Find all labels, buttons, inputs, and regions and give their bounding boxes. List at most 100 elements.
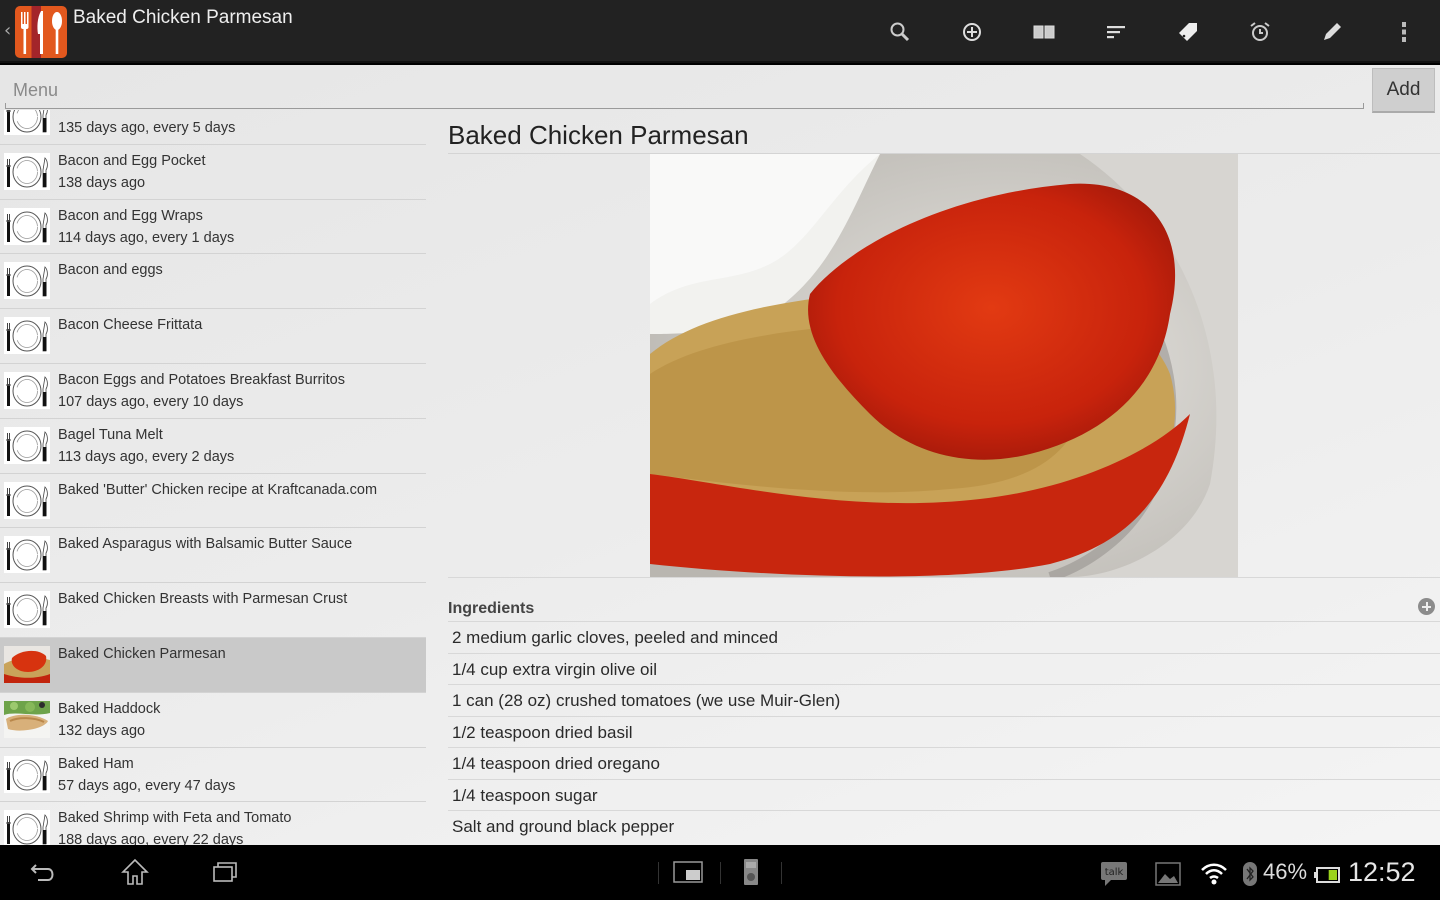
svg-text:talk: talk — [1105, 867, 1124, 878]
recipe-last-made: 107 days ago, every 10 days — [58, 393, 244, 410]
remote-control-icon — [744, 859, 758, 885]
plate-placeholder-icon — [4, 755, 50, 793]
recipe-list-item[interactable]: Baked Chicken Parmesan — [0, 637, 426, 693]
recipe-last-made: 138 days ago — [58, 174, 146, 191]
back-icon — [30, 864, 54, 881]
recipe-name: Baked 'Butter' Chicken recipe at Kraftca… — [58, 481, 378, 498]
plate-placeholder-icon — [4, 317, 50, 355]
up-caret-icon[interactable]: ‹ — [4, 20, 11, 41]
small-apps-icon — [673, 861, 703, 883]
menu-input[interactable] — [5, 73, 1364, 108]
add-ingredient-icon[interactable] — [1418, 598, 1435, 615]
search-icon — [890, 22, 910, 41]
recipe-thumbnail — [4, 700, 50, 738]
recent-apps-icon — [213, 862, 237, 882]
plate-placeholder-icon — [4, 810, 50, 845]
recipe-name: Baked Ham — [58, 755, 134, 772]
edit-button[interactable] — [1296, 0, 1368, 63]
alarm-icon — [1250, 21, 1270, 41]
book-icon — [1033, 25, 1055, 38]
sort-button[interactable] — [1080, 0, 1152, 63]
timer-button[interactable] — [1224, 0, 1296, 63]
plate-placeholder-icon — [4, 426, 50, 464]
tag-icon — [1179, 22, 1197, 41]
gallery-notification-icon[interactable] — [1155, 861, 1181, 891]
recipe-name: Baked Shrimp with Feta and Tomato — [58, 810, 292, 827]
overflow-menu-icon — [1402, 21, 1406, 42]
add-recipe-button[interactable] — [936, 0, 1008, 63]
recipe-thumbnail — [4, 645, 50, 683]
recent-apps-button[interactable] — [205, 857, 245, 887]
recipe-list-item[interactable]: Baked Ham 57 days ago, every 47 days — [0, 748, 426, 803]
ingredient-item[interactable]: 1/4 teaspoon dried oregano — [448, 747, 1440, 779]
recipe-name: Baked Chicken Breasts with Parmesan Crus… — [58, 591, 348, 608]
talk-notification-icon[interactable]: talk — [1100, 861, 1128, 891]
plate-placeholder-icon — [4, 110, 50, 135]
recipe-list-item[interactable]: Bacon Eggs and Potatoes Breakfast Burrit… — [0, 364, 426, 419]
back-button[interactable] — [25, 857, 65, 887]
recipe-last-made: 57 days ago, every 47 days — [58, 777, 236, 794]
ingredients-header: Ingredients — [448, 600, 535, 617]
ingredient-item[interactable]: 1 can (28 oz) crushed tomatoes (we use M… — [448, 684, 1440, 716]
recipe-name: Baked Chicken Parmesan — [58, 645, 226, 662]
battery-percent: 46% — [1263, 859, 1308, 884]
add-circle-icon — [963, 22, 981, 41]
app-title: Baked Chicken Parmesan — [73, 7, 293, 28]
ingredient-item[interactable]: 2 medium garlic cloves, peeled and mince… — [448, 621, 1440, 653]
ingredient-item[interactable]: 1/4 teaspoon sugar — [448, 778, 1440, 811]
add-button[interactable]: Add — [1372, 68, 1435, 113]
recipe-list-item[interactable]: Baked Chicken Breasts with Parmesan Crus… — [0, 583, 426, 638]
nav-separator — [658, 862, 659, 884]
recipe-last-made: 132 days ago — [58, 722, 146, 739]
ingredients-list: 2 medium garlic cloves, peeled and mince… — [448, 621, 1440, 842]
home-icon — [121, 858, 149, 885]
recipe-name: Bacon Eggs and Potatoes Breakfast Burrit… — [58, 371, 345, 388]
recipe-list-item[interactable]: Baked Shrimp with Feta and Tomato 188 day… — [0, 802, 426, 845]
small-apps-button[interactable] — [668, 857, 708, 887]
recipe-list-item[interactable]: Bacon and Egg Wraps 114 days ago, every 1… — [0, 200, 426, 255]
plate-placeholder-icon — [4, 591, 50, 629]
recipe-photo[interactable] — [650, 154, 1238, 577]
recipe-last-made: 135 days ago, every 5 days — [58, 120, 236, 136]
recipe-list-item[interactable]: Bagel Tuna Melt 113 days ago, every 2 day… — [0, 419, 426, 474]
recipe-title: Baked Chicken Parmesan — [448, 120, 749, 150]
recipe-detail: Baked Chicken Parmesan Ingredients 2 med… — [448, 110, 1440, 845]
search-button[interactable] — [864, 0, 936, 63]
photo-divider — [448, 577, 1440, 578]
remote-button[interactable] — [731, 857, 771, 887]
ingredient-item[interactable]: 1/2 teaspoon dried basil — [448, 715, 1440, 748]
recipe-name: Baked Asparagus with Balsamic Butter Sau… — [58, 536, 353, 553]
action-icons — [864, 0, 1440, 63]
recipe-list-item[interactable]: Baked Asparagus with Balsamic Butter Sau… — [0, 528, 426, 584]
tag-button[interactable] — [1152, 0, 1224, 63]
content-area: Add 135 days ago, every 5 days Bacon and … — [0, 65, 1440, 845]
plate-placeholder-icon — [4, 207, 50, 245]
recipe-last-made: 114 days ago, every 1 days — [58, 229, 235, 246]
recipe-last-made: 113 days ago, every 2 days — [58, 448, 235, 465]
action-bar: ‹ Baked Chicken Parmesan — [0, 0, 1440, 63]
ingredient-item[interactable]: Salt and ground black pepper — [448, 810, 1440, 842]
recipe-list-item[interactable]: 135 days ago, every 5 days — [0, 110, 426, 145]
recipe-name: Bacon Cheese Frittata — [58, 317, 203, 334]
recipe-list-inner: 135 days ago, every 5 days Bacon and Egg … — [0, 110, 426, 845]
app-logo-icon[interactable] — [15, 6, 67, 58]
cookbook-button[interactable] — [1008, 0, 1080, 63]
recipe-list-item[interactable]: Bacon and eggs — [0, 254, 426, 310]
recipe-name: Baked Haddock — [58, 700, 161, 717]
ingredient-item[interactable]: 1/4 cup extra virgin olive oil — [448, 652, 1440, 685]
status-clock: 12:52 — [1348, 857, 1416, 887]
nav-separator — [781, 862, 782, 884]
plate-placeholder-icon — [4, 536, 50, 574]
overflow-menu-button[interactable] — [1368, 0, 1440, 63]
plate-placeholder-icon — [4, 262, 50, 300]
pencil-icon — [1324, 22, 1341, 40]
home-button[interactable] — [115, 857, 155, 887]
recipe-list[interactable]: 135 days ago, every 5 days Bacon and Egg … — [0, 110, 426, 845]
recipe-list-item[interactable]: Baked 'Butter' Chicken recipe at Kraftca… — [0, 474, 426, 529]
recipe-list-item[interactable]: Baked Haddock 132 days ago — [0, 693, 426, 748]
plate-placeholder-icon — [4, 371, 50, 409]
recipe-list-item[interactable]: Bacon Cheese Frittata — [0, 309, 426, 364]
battery-icon — [1314, 867, 1340, 887]
recipe-list-item[interactable]: Bacon and Egg Pocket 138 days ago — [0, 145, 426, 200]
recipe-last-made: 188 days ago, every 22 days — [58, 832, 244, 845]
